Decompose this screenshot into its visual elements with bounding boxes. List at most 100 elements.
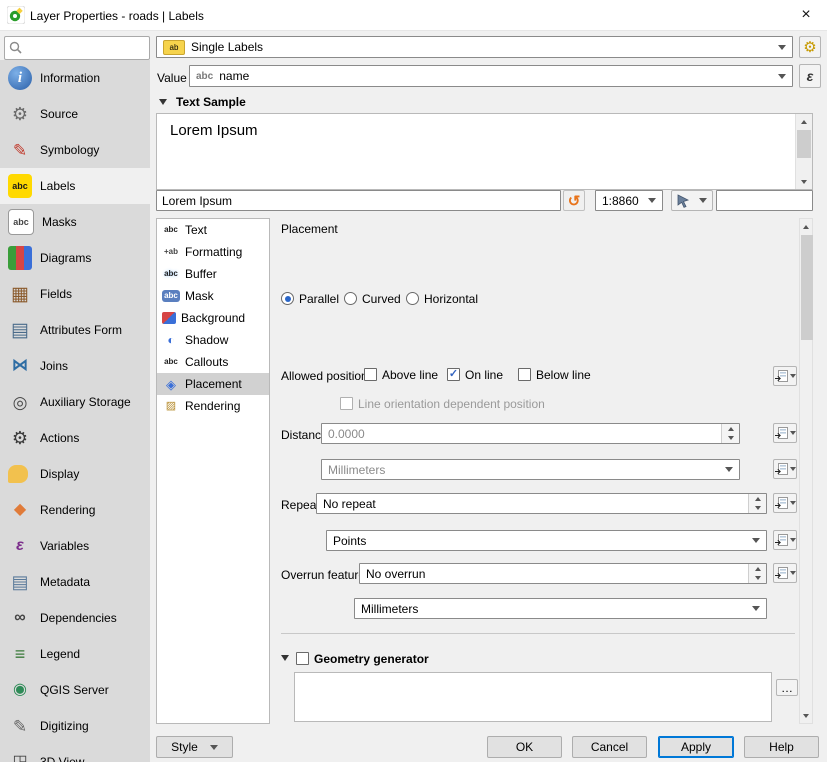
spin-down-icon[interactable]	[749, 574, 766, 584]
spin-up-icon[interactable]	[749, 564, 766, 574]
data-defined-override-button[interactable]	[773, 563, 797, 583]
spinner[interactable]	[721, 424, 739, 443]
value-combo[interactable]: abc name	[189, 65, 793, 87]
tab-shadow[interactable]: ◐Shadow	[157, 329, 269, 351]
sidebar-item-label: QGIS Server	[40, 683, 109, 697]
sidebar-item-rendering[interactable]: ◆Rendering	[0, 492, 150, 528]
spin-up-icon[interactable]	[749, 494, 766, 504]
expression-builder-button[interactable]: ε	[799, 64, 821, 88]
overrun-spinbox[interactable]	[359, 563, 767, 584]
search-input[interactable]	[25, 39, 147, 57]
sidebar-item-labels[interactable]: abcLabels	[0, 168, 150, 204]
scroll-up-icon[interactable]	[796, 114, 812, 129]
sidebar-item-joins[interactable]: ⋈Joins	[0, 348, 150, 384]
spinner[interactable]	[748, 494, 766, 513]
collapse-arrow-icon[interactable]	[159, 99, 167, 105]
repeat-unit-combo[interactable]: Points	[326, 530, 767, 551]
sidebar-item-symbology[interactable]: ✎Symbology	[0, 132, 150, 168]
geometry-generator-expression-box[interactable]	[294, 672, 772, 722]
geometry-expression-button[interactable]: …	[776, 679, 798, 696]
value-label: Value	[157, 71, 187, 85]
repeat-input[interactable]	[317, 494, 748, 513]
apply-button[interactable]: Apply	[658, 736, 734, 758]
spin-up-icon[interactable]	[722, 424, 739, 434]
checkbox-geometry-generator[interactable]: Geometry generator	[296, 651, 429, 666]
fields-icon: ▦	[8, 282, 32, 306]
radio-parallel[interactable]: Parallel	[281, 291, 339, 306]
distance-input[interactable]	[322, 424, 721, 443]
scroll-down-icon[interactable]	[800, 708, 812, 723]
preview-scale-combo[interactable]: 1:8860	[595, 190, 663, 211]
sidebar-item-label: Display	[40, 467, 79, 481]
sidebar-item-source[interactable]: ⚙Source	[0, 96, 150, 132]
checkbox-icon	[296, 652, 309, 665]
cancel-button[interactable]: Cancel	[572, 736, 647, 758]
tab-placement[interactable]: ◈Placement	[157, 373, 269, 395]
scrollbar-thumb[interactable]	[801, 235, 813, 340]
data-defined-override-button[interactable]	[773, 459, 797, 479]
data-defined-override-button[interactable]	[773, 366, 797, 386]
scrollbar-thumb[interactable]	[797, 130, 811, 158]
help-button[interactable]: Help	[744, 736, 819, 758]
preview-background-field[interactable]	[716, 190, 813, 211]
data-defined-override-button[interactable]	[773, 530, 797, 550]
tab-rendering[interactable]: ▨Rendering	[157, 395, 269, 417]
checkbox-line-orientation[interactable]: Line orientation dependent position	[340, 396, 545, 411]
sidebar-item-masks[interactable]: abcMasks	[0, 204, 150, 240]
overrun-input[interactable]	[360, 564, 748, 583]
radio-horizontal[interactable]: Horizontal	[406, 291, 478, 306]
radio-icon	[406, 292, 419, 305]
spinner[interactable]	[748, 564, 766, 583]
automated-placement-settings-button[interactable]: ⚙	[799, 36, 821, 58]
scroll-up-icon[interactable]	[800, 219, 812, 234]
collapse-arrow-icon[interactable]	[281, 655, 289, 661]
tab-buffer[interactable]: abcBuffer	[157, 263, 269, 285]
text-sample-section-title: Text Sample	[176, 95, 246, 109]
reset-sample-button[interactable]: ↺	[563, 190, 585, 211]
sidebar-item-legend[interactable]: ≡Legend	[0, 636, 150, 672]
shadow-tab-icon: ◐	[162, 332, 180, 348]
data-defined-override-button[interactable]	[773, 493, 797, 513]
panel-scrollbar[interactable]	[799, 218, 813, 724]
sidebar-item-variables[interactable]: εVariables	[0, 528, 150, 564]
checkbox-below-line[interactable]: Below line	[518, 367, 591, 382]
sidebar-item-auxiliary-storage[interactable]: ◎Auxiliary Storage	[0, 384, 150, 420]
sidebar-item-diagrams[interactable]: Diagrams	[0, 240, 150, 276]
spin-down-icon[interactable]	[749, 504, 766, 514]
sidebar-item-3d-view[interactable]: ◳3D View	[0, 744, 150, 762]
scroll-down-icon[interactable]	[796, 174, 812, 189]
repeat-spinbox[interactable]	[316, 493, 767, 514]
sidebar-item-information[interactable]: iInformation	[0, 60, 150, 96]
sidebar-item-digitizing[interactable]: ✎Digitizing	[0, 708, 150, 744]
ok-button[interactable]: OK	[487, 736, 562, 758]
preview-scrollbar[interactable]	[795, 114, 812, 189]
sidebar-item-actions[interactable]: ⚙Actions	[0, 420, 150, 456]
spin-down-icon[interactable]	[722, 434, 739, 444]
sidebar-item-fields[interactable]: ▦Fields	[0, 276, 150, 312]
tab-callouts[interactable]: abcCallouts	[157, 351, 269, 373]
mask-tab-icon: abc	[162, 290, 180, 302]
sidebar-item-dependencies[interactable]: ∞Dependencies	[0, 600, 150, 636]
sidebar-item-attributes-form[interactable]: ▤Attributes Form	[0, 312, 150, 348]
sample-text-input[interactable]	[156, 190, 561, 211]
undo-icon: ↺	[568, 192, 581, 210]
checkbox-above-line[interactable]: Above line	[364, 367, 438, 382]
overrun-unit-combo[interactable]: Millimeters	[354, 598, 767, 619]
tab-background[interactable]: Background	[157, 307, 269, 329]
radio-curved[interactable]: Curved	[344, 291, 401, 306]
distance-spinbox[interactable]	[321, 423, 740, 444]
map-settings-button[interactable]	[671, 190, 713, 211]
sidebar-item-display[interactable]: Display	[0, 456, 150, 492]
label-mode-combo[interactable]: ab Single Labels	[156, 36, 793, 58]
close-icon[interactable]: ×	[795, 4, 817, 26]
tab-formatting[interactable]: +abFormatting	[157, 241, 269, 263]
distance-unit-combo[interactable]: Millimeters	[321, 459, 740, 480]
style-button[interactable]: Style	[156, 736, 233, 758]
chevron-down-icon	[790, 538, 796, 542]
sidebar-item-metadata[interactable]: ▤Metadata	[0, 564, 150, 600]
sidebar-item-qgis-server[interactable]: ◉QGIS Server	[0, 672, 150, 708]
tab-text[interactable]: abcText	[157, 219, 269, 241]
tab-mask[interactable]: abcMask	[157, 285, 269, 307]
checkbox-on-line[interactable]: ✓On line	[447, 367, 503, 382]
data-defined-override-button[interactable]	[773, 423, 797, 443]
